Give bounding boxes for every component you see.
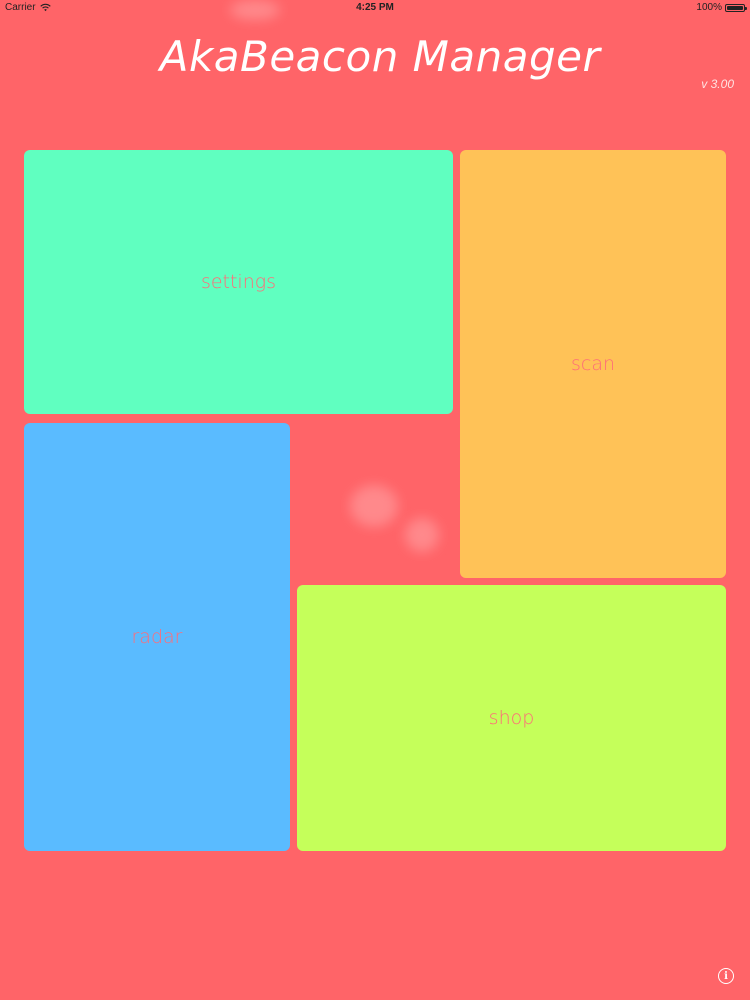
info-icon[interactable]: i	[718, 968, 734, 984]
status-bar: Carrier 4:25 PM 100%	[0, 0, 750, 16]
shop-label: shop	[488, 707, 535, 729]
scan-tile[interactable]: scan	[460, 150, 726, 578]
version-label: v 3.00	[701, 77, 734, 91]
background-bokeh	[350, 485, 398, 527]
background-bokeh	[405, 518, 439, 552]
battery-level	[727, 5, 743, 10]
app-title: AkaBeacon Manager	[159, 32, 601, 81]
battery-icon	[725, 3, 747, 12]
radar-label: radar	[131, 626, 183, 648]
settings-tile[interactable]: settings	[24, 150, 453, 414]
battery-percent: 100%	[696, 2, 722, 13]
scan-label: scan	[570, 353, 616, 375]
shop-tile[interactable]: shop	[297, 585, 726, 851]
settings-label: settings	[200, 271, 277, 293]
radar-tile[interactable]: radar	[24, 423, 290, 851]
status-right: 100%	[696, 2, 747, 13]
status-time: 4:25 PM	[356, 2, 394, 13]
